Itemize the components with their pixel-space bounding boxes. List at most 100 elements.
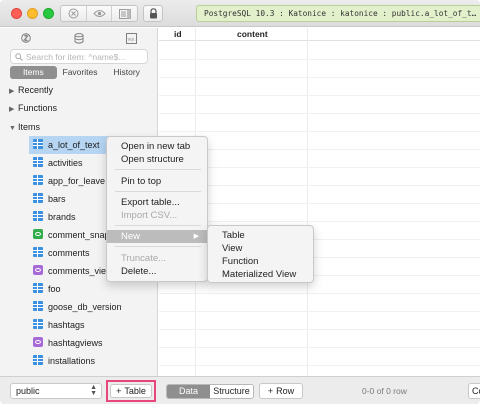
section-recently[interactable]: ▶ Recently [9,83,53,97]
table-icon [33,355,43,365]
submenu-item-table[interactable]: Table [208,229,313,242]
plus-icon: + [267,386,274,396]
search-icon [15,52,23,61]
database-icon [74,32,84,44]
sidebar-tabs: Items Favorites History [10,66,150,79]
materialized-view-icon [33,337,43,347]
grid-row-line [159,329,480,330]
connection-status-bar[interactable]: PostgreSQL 10.3 : Katonice : katonice : … [196,5,480,22]
grid-header: id content [159,28,480,41]
menu-item-new-label: New [121,231,141,242]
grid-row-line [159,311,480,312]
grid-row-line [159,77,480,78]
bottom-bar: public ▲ ▼ + Table Data Structure + Row 0… [0,376,480,404]
toolbar-button-group [60,5,138,22]
preview-button[interactable] [85,6,112,21]
view-icon [33,229,43,239]
submenu-item-view[interactable]: View [208,242,313,255]
sidebar-items-icon [21,33,32,43]
schema-select[interactable]: public ▲ ▼ [10,383,102,399]
table-icon [33,175,43,185]
column-header-content[interactable]: content [237,28,268,41]
sidebar-items-button[interactable] [0,30,53,46]
menu-item-import-csv: Import CSV... [121,210,178,221]
console-button-label: Co [472,386,480,396]
grid-row-line [159,365,480,366]
table-icon [33,319,43,329]
sidebar-item[interactable]: hashtags [33,316,158,334]
panel-icon [118,8,131,19]
add-row-label: Row [276,386,295,396]
row-count: 0-0 of 0 row [362,386,407,396]
grid-row-line [159,113,480,114]
context-menu: Open in new tab Open structure Pin to to… [106,136,208,282]
close-circle-icon [68,8,79,19]
console-button[interactable]: Co [468,383,480,399]
disclosure-down-icon: ▼ [9,125,16,132]
submenu-item-function[interactable]: Function [208,255,313,268]
sidebar-icon-bar: SQL [0,30,158,46]
table-icon [33,139,43,149]
sql-button[interactable]: SQL [105,30,158,46]
materialized-view-icon [33,265,43,275]
plus-icon: + [116,386,122,396]
add-table-button[interactable]: + Table [110,384,152,398]
sidebar-item[interactable]: hashtagviews [33,334,158,352]
menu-separator [115,225,201,226]
disclosure-right-icon: ▶ [9,88,15,95]
title-bar: PostgreSQL 10.3 : Katonice : katonice : … [0,0,480,27]
menu-separator [115,169,201,170]
tab-history[interactable]: History [103,66,150,79]
sidebar-item[interactable]: goose_db_version [33,298,158,316]
sidebar-item[interactable]: foo [33,280,158,298]
tab-data[interactable]: Data [167,385,210,398]
menu-item-pin-to-top[interactable]: Pin to top [107,175,207,188]
tab-items[interactable]: Items [10,66,57,79]
close-window-button[interactable] [11,8,22,19]
tab-favorites[interactable]: Favorites [57,66,104,79]
minimize-window-button[interactable] [27,8,38,19]
add-row-button[interactable]: + Row [259,383,303,399]
add-table-highlight: + Table [106,380,156,402]
grid-row-line [159,95,480,96]
lock-icon [149,8,157,19]
menu-item-open-in-new-tab[interactable]: Open in new tab [107,140,207,153]
menu-item-delete[interactable]: Delete... [107,265,207,278]
search-field[interactable] [10,49,148,64]
grid-row-line [159,59,480,60]
search-input[interactable] [23,51,138,62]
stop-button[interactable] [61,6,86,21]
svg-text:SQL: SQL [128,36,137,41]
app-window: PostgreSQL 10.3 : Katonice : katonice : … [0,0,480,404]
menu-item-export-table[interactable]: Export table... [107,196,207,209]
add-table-label: Table [124,386,146,396]
menu-item-new[interactable]: New ▶ [107,230,207,243]
table-icon [33,301,43,311]
section-items[interactable]: ▼ Items [9,120,40,134]
disclosure-right-icon: ▶ [9,106,15,113]
grid-row-line [159,293,480,294]
column-header-id[interactable]: id [174,28,182,41]
grid-row-line [159,347,480,348]
menu-separator [115,191,201,192]
sidebar-item[interactable]: installations [33,352,158,370]
menu-separator [115,246,201,247]
schema-select-value: public [16,386,40,396]
zoom-window-button[interactable] [43,8,54,19]
connection-label: PostgreSQL 10.3 : Katonice : katonice : … [204,9,477,18]
tab-structure[interactable]: Structure [210,385,253,398]
column-divider [307,28,308,376]
submenu-arrow-icon: ▶ [193,233,199,240]
database-button[interactable] [53,30,106,46]
view-mode-tabs: Data Structure [166,384,254,399]
table-icon [33,283,43,293]
menu-item-truncate: Truncate... [121,253,167,264]
section-functions[interactable]: ▶ Functions [9,101,57,115]
submenu-item-materialized-view[interactable]: Materialized View [208,268,313,281]
table-icon [33,193,43,203]
lock-button[interactable] [143,5,163,22]
table-icon [33,247,43,257]
toggle-panel-button[interactable] [111,6,137,21]
menu-item-open-structure[interactable]: Open structure [107,153,207,166]
table-icon [33,157,43,167]
